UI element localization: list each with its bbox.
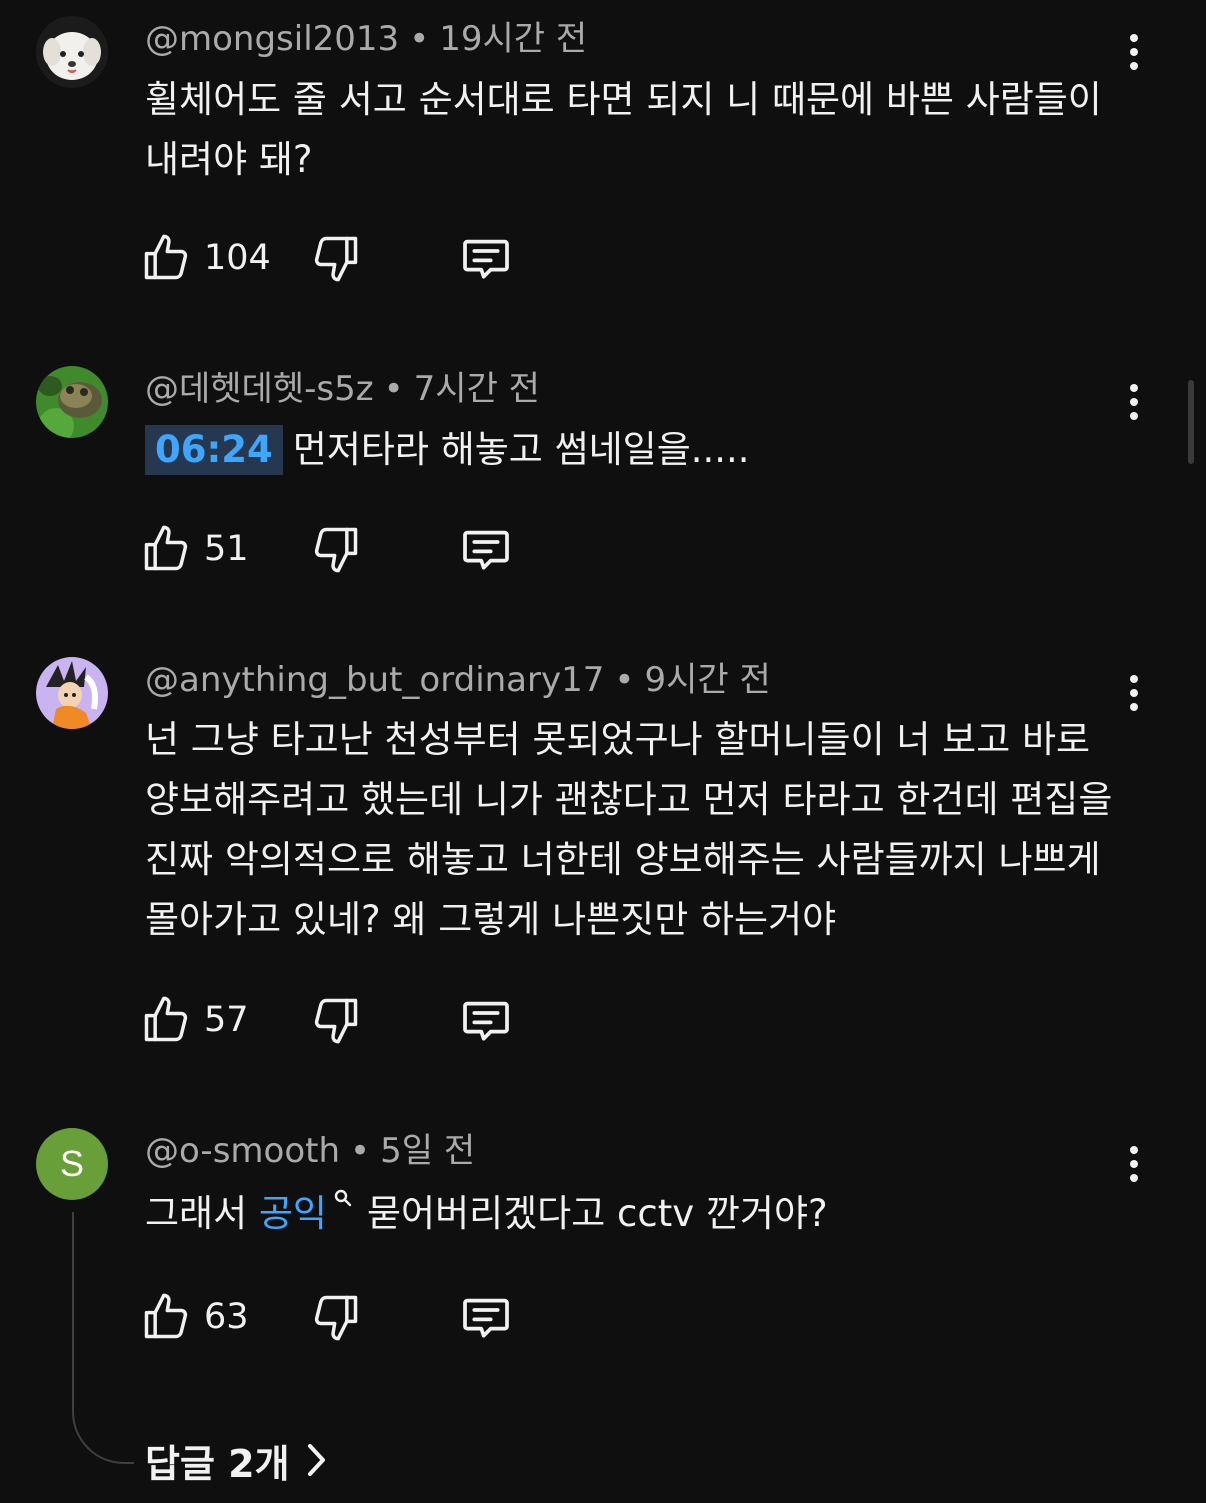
comment-icon <box>463 1298 509 1338</box>
separator-dot: • <box>409 19 430 59</box>
thumbs-down-icon <box>314 1295 358 1341</box>
comment-actions: 63 <box>140 1289 540 1345</box>
dislike-button[interactable] <box>310 1289 362 1345</box>
thumbs-down-icon <box>314 236 358 282</box>
search-link[interactable]: 공익 <box>259 1192 327 1235</box>
comment-icon <box>463 1001 509 1041</box>
reply-button[interactable] <box>458 1289 514 1345</box>
comment-author[interactable]: @mongsil2013 <box>145 19 399 59</box>
comment-text-after: 묻어버리겠다고 cctv 깐거야? <box>366 1192 828 1235</box>
comment-text-container: 06:24 먼저타라 해놓고 썸네일을..... <box>145 420 1130 480</box>
comment-time: 9시간 전 <box>644 660 771 700</box>
comment-time: 19시간 전 <box>439 19 588 59</box>
comment-time: 7시간 전 <box>413 369 540 409</box>
avatar[interactable]: S <box>36 1128 108 1200</box>
comment-actions: 57 <box>140 992 540 1048</box>
comment-text: 먼저타라 해놓고 썸네일을..... <box>292 428 750 471</box>
comment-meta: @mongsil2013 • 19시간 전 <box>145 17 587 61</box>
more-vert-icon[interactable] <box>1116 1140 1152 1188</box>
like-count: 104 <box>204 238 271 278</box>
like-count: 63 <box>204 1297 249 1337</box>
scrollbar[interactable] <box>1188 380 1194 464</box>
thumbs-up-icon <box>144 1293 188 1339</box>
like-button[interactable]: 104 <box>140 230 271 286</box>
like-button[interactable]: 63 <box>140 1289 249 1345</box>
separator-dot: • <box>383 369 404 409</box>
thread-connector <box>72 1212 134 1464</box>
more-vert-icon[interactable] <box>1116 378 1152 426</box>
comment-actions: 51 <box>140 521 540 577</box>
separator-dot: • <box>614 660 635 700</box>
like-count: 51 <box>204 529 249 569</box>
comment-author[interactable]: @o-smooth <box>145 1131 340 1171</box>
chevron-right-icon <box>307 1444 325 1476</box>
replies-label: 답글 2개 <box>145 1441 290 1486</box>
comments-page: @mongsil2013 • 19시간 전 휠체어도 줄 서고 순서대로 타면 되지… <box>0 0 1206 1503</box>
reply-button[interactable] <box>458 992 514 1048</box>
thumbs-down-icon <box>314 998 358 1044</box>
view-replies-button[interactable]: 답글 2개 <box>145 1430 330 1490</box>
comment-meta: @데헷데헷-s5z • 7시간 전 <box>145 367 540 411</box>
comment-icon <box>463 239 509 279</box>
reply-button[interactable] <box>458 230 514 286</box>
comment-author[interactable]: @anything_but_ordinary17 <box>145 660 604 700</box>
comment-text: 휠체어도 줄 서고 순서대로 타면 되지 니 때문에 바쁜 사람들이 내려야 돼… <box>145 78 1102 181</box>
comment-author[interactable]: @데헷데헷-s5z <box>145 369 374 409</box>
thumbs-up-icon <box>144 525 188 571</box>
comment-text: 넌 그냥 타고난 천성부터 못되었구나 할머니들이 너 보고 바로 양보해주려고… <box>145 718 1113 941</box>
avatar[interactable] <box>36 657 108 729</box>
dislike-button[interactable] <box>310 230 362 286</box>
comment-meta: @anything_but_ordinary17 • 9시간 전 <box>145 658 771 702</box>
avatar[interactable] <box>36 16 108 88</box>
thumbs-down-icon <box>314 527 358 573</box>
comment-text-container: 그래서 공익 묻어버리겠다고 cctv 깐거야? <box>145 1184 1130 1244</box>
comment-time: 5일 전 <box>380 1131 476 1171</box>
search-icon[interactable] <box>333 1188 353 1208</box>
timestamp-link[interactable]: 06:24 <box>145 425 283 475</box>
more-vert-icon[interactable] <box>1116 28 1152 76</box>
reply-button[interactable] <box>458 521 514 577</box>
like-button[interactable]: 57 <box>140 992 249 1048</box>
avatar-letter: S <box>59 1143 84 1184</box>
thumbs-up-icon <box>144 996 188 1042</box>
like-button[interactable]: 51 <box>140 521 249 577</box>
separator-dot: • <box>350 1131 371 1171</box>
comment-icon <box>463 530 509 570</box>
avatar[interactable] <box>36 366 108 438</box>
dislike-button[interactable] <box>310 521 362 577</box>
comment-actions: 104 <box>140 230 540 286</box>
thumbs-up-icon <box>144 234 188 280</box>
comment-text-before: 그래서 <box>145 1192 248 1235</box>
dislike-button[interactable] <box>310 992 362 1048</box>
comment-meta: @o-smooth • 5일 전 <box>145 1129 475 1173</box>
like-count: 57 <box>204 1000 249 1040</box>
